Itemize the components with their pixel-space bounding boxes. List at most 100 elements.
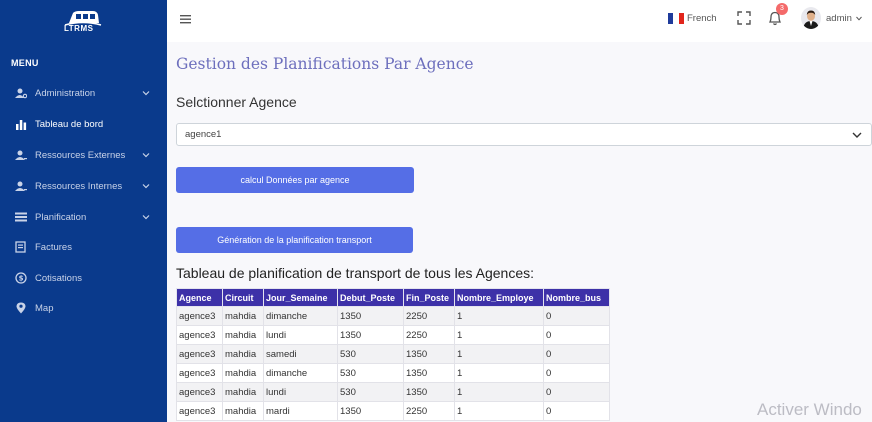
sidebar: LTRMS MENU Administration Tableau de bor… bbox=[0, 0, 167, 422]
user-icon bbox=[14, 148, 28, 162]
chevron-down-icon[interactable] bbox=[856, 16, 862, 21]
french-flag-icon[interactable] bbox=[668, 13, 684, 24]
column-header: Debut_Poste bbox=[337, 288, 404, 307]
sidebar-item-label: Factures bbox=[35, 241, 72, 253]
table-cell: mahdia bbox=[222, 344, 264, 364]
table-row: agence3 mahdia mardi 1350 2250 1 0 bbox=[176, 401, 610, 421]
table-cell: mardi bbox=[263, 401, 338, 421]
table-cell: 0 bbox=[543, 382, 610, 402]
users-cog-icon bbox=[14, 86, 28, 100]
table-cell: 1350 bbox=[403, 363, 455, 383]
list-icon bbox=[14, 210, 28, 224]
avatar[interactable] bbox=[801, 7, 821, 29]
table-cell: dimanche bbox=[263, 363, 338, 383]
table-cell: agence3 bbox=[176, 401, 223, 421]
hamburger-menu-icon[interactable] bbox=[180, 13, 192, 25]
sidebar-item-planification[interactable]: Planification bbox=[0, 205, 167, 229]
table-cell: 0 bbox=[543, 401, 610, 421]
chevron-down-icon bbox=[142, 184, 150, 189]
table-cell: agence3 bbox=[176, 363, 223, 383]
chevron-down-icon bbox=[852, 132, 862, 138]
menu-title: MENU bbox=[11, 58, 39, 68]
select-agence-label: Selctionner Agence bbox=[176, 94, 297, 110]
user-icon bbox=[14, 179, 28, 193]
table-cell: mahdia bbox=[222, 363, 264, 383]
table-cell: 530 bbox=[337, 344, 404, 364]
language-selector[interactable]: French bbox=[687, 13, 717, 24]
table-cell: 530 bbox=[337, 363, 404, 383]
sidebar-item-ressources-externes[interactable]: Ressources Externes bbox=[0, 143, 167, 167]
chevron-down-icon bbox=[142, 91, 150, 96]
sidebar-item-label: Ressources Externes bbox=[35, 149, 126, 161]
table-row: agence3 mahdia dimanche 530 1350 1 0 bbox=[176, 363, 610, 383]
table-cell: 1 bbox=[454, 306, 544, 326]
top-header: French 3 admin bbox=[167, 0, 872, 42]
calcul-donnees-button[interactable]: calcul Données par agence bbox=[176, 167, 414, 193]
sidebar-item-administration[interactable]: Administration bbox=[0, 81, 167, 105]
select-value: agence1 bbox=[185, 129, 222, 140]
sidebar-item-factures[interactable]: Factures bbox=[0, 235, 167, 259]
fullscreen-icon[interactable] bbox=[737, 11, 751, 25]
table-cell: mahdia bbox=[222, 401, 264, 421]
table-cell: 1350 bbox=[337, 306, 404, 326]
invoice-icon bbox=[14, 240, 28, 254]
table-row: agence3 mahdia lundi 1350 2250 1 0 bbox=[176, 325, 610, 345]
notification-badge: 3 bbox=[776, 3, 788, 15]
column-header: Nombre_Employe bbox=[454, 288, 544, 307]
table-cell: 2250 bbox=[403, 325, 455, 345]
agence-select[interactable]: agence1 bbox=[176, 123, 872, 146]
column-header: Circuit bbox=[222, 288, 264, 307]
table-row: agence3 mahdia lundi 530 1350 1 0 bbox=[176, 382, 610, 402]
chevron-down-icon bbox=[142, 153, 150, 158]
generation-planification-button[interactable]: Génération de la planification transport bbox=[176, 227, 413, 253]
table-cell: 1 bbox=[454, 382, 544, 402]
table-cell: 0 bbox=[543, 325, 610, 345]
table-cell: 1 bbox=[454, 325, 544, 345]
sidebar-item-label: Tableau de bord bbox=[35, 118, 104, 130]
table-cell: lundi bbox=[263, 382, 338, 402]
table-cell: agence3 bbox=[176, 344, 223, 364]
sidebar-item-label: Planification bbox=[35, 211, 87, 223]
table-cell: 2250 bbox=[403, 306, 455, 326]
username[interactable]: admin bbox=[826, 13, 852, 24]
table-cell: 0 bbox=[543, 306, 610, 326]
planification-table: Agence Circuit Jour_Semaine Debut_Poste … bbox=[176, 288, 610, 421]
column-header: Agence bbox=[176, 288, 223, 307]
table-cell: 1350 bbox=[337, 325, 404, 345]
column-header: Fin_Poste bbox=[403, 288, 455, 307]
table-cell: 1 bbox=[454, 344, 544, 364]
chevron-down-icon bbox=[142, 215, 150, 220]
sidebar-item-label: Ressources Internes bbox=[35, 180, 123, 192]
sidebar-item-map[interactable]: Map bbox=[0, 296, 167, 320]
table-row: agence3 mahdia samedi 530 1350 1 0 bbox=[176, 344, 610, 364]
table-cell: agence3 bbox=[176, 306, 223, 326]
table-cell: mahdia bbox=[222, 325, 264, 345]
table-cell: mahdia bbox=[222, 306, 264, 326]
table-row: agence3 mahdia dimanche 1350 2250 1 0 bbox=[176, 306, 610, 326]
bar-chart-icon bbox=[14, 117, 28, 131]
table-cell: agence3 bbox=[176, 382, 223, 402]
table-title: Tableau de planification de transport de… bbox=[176, 265, 535, 281]
page-title: Gestion des Planifications Par Agence bbox=[176, 55, 474, 73]
column-header: Nombre_bus bbox=[543, 288, 610, 307]
sidebar-item-label: Cotisations bbox=[35, 272, 82, 284]
sidebar-item-label: Administration bbox=[35, 87, 96, 99]
dollar-circle-icon: $ bbox=[14, 271, 28, 285]
table-cell: mahdia bbox=[222, 382, 264, 402]
table-cell: 1 bbox=[454, 363, 544, 383]
table-cell: 1350 bbox=[337, 401, 404, 421]
table-header-row: Agence Circuit Jour_Semaine Debut_Poste … bbox=[176, 288, 610, 307]
sidebar-item-tableau-de-bord[interactable]: Tableau de bord bbox=[0, 112, 167, 136]
table-cell: lundi bbox=[263, 325, 338, 345]
table-cell: 530 bbox=[337, 382, 404, 402]
svg-text:$: $ bbox=[19, 275, 24, 283]
table-cell: 1 bbox=[454, 401, 544, 421]
table-cell: 0 bbox=[543, 344, 610, 364]
logo-text: LTRMS bbox=[64, 24, 94, 33]
sidebar-item-cotisations[interactable]: $ Cotisations bbox=[0, 266, 167, 290]
table-cell: 0 bbox=[543, 363, 610, 383]
sidebar-item-ressources-internes[interactable]: Ressources Internes bbox=[0, 174, 167, 198]
table-cell: 1350 bbox=[403, 382, 455, 402]
windows-activation-watermark: Activer Windo bbox=[757, 400, 862, 419]
table-cell: 1350 bbox=[403, 344, 455, 364]
